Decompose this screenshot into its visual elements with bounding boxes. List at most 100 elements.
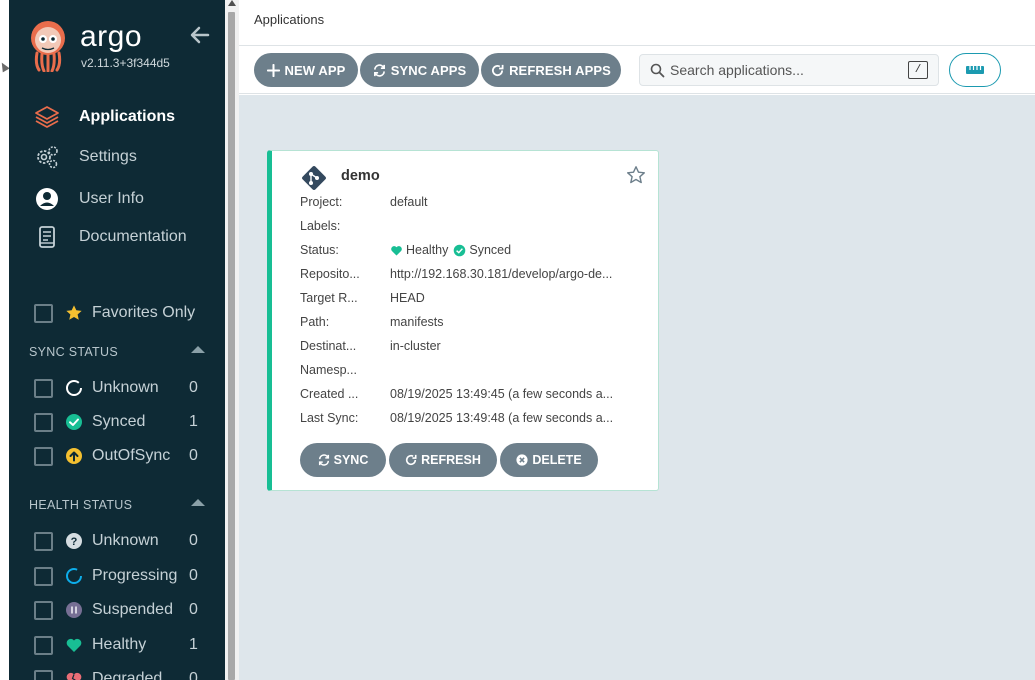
favorites-filter[interactable]: Favorites Only: [9, 300, 225, 326]
filter-label: OutOfSync: [92, 447, 171, 464]
check-circle-icon: [66, 414, 82, 430]
brand-name: argo: [80, 20, 143, 53]
filter-label: Synced: [92, 413, 146, 430]
status-value: Healthy Synced: [390, 243, 630, 257]
tiles-view-icon: [966, 66, 984, 74]
nav-label: Settings: [79, 148, 137, 165]
search-box[interactable]: /: [639, 54, 939, 86]
filter-count: 0: [189, 567, 198, 584]
filter-label: Suspended: [92, 601, 173, 618]
sidebar-scrollbar[interactable]: [225, 0, 239, 680]
checkbox[interactable]: [34, 600, 53, 620]
card-row-destination: Destinat... in-cluster: [300, 339, 630, 359]
nav-documentation[interactable]: Documentation: [9, 220, 225, 254]
question-circle-icon: ?: [66, 533, 82, 549]
filter-count: 1: [189, 636, 198, 653]
filter-health-progressing[interactable]: Progressing 0: [9, 563, 225, 589]
sync-apps-button[interactable]: SYNC APPS: [360, 53, 479, 87]
row-key: Namesp...: [300, 363, 357, 377]
filter-count: 0: [189, 601, 198, 618]
pause-circle-icon: [66, 602, 82, 618]
favorites-checkbox[interactable]: [34, 303, 53, 323]
layers-icon: [33, 103, 61, 131]
card-row-last-sync: Last Sync: 08/19/2025 13:49:48 (a few se…: [300, 411, 630, 431]
nav-user-info[interactable]: User Info: [9, 182, 225, 216]
view-toggle-button[interactable]: [949, 53, 1001, 87]
collapse-caret-icon[interactable]: [191, 499, 205, 506]
button-label: NEW APP: [284, 62, 346, 78]
sync-icon: [318, 454, 329, 466]
row-value: HEAD: [390, 291, 425, 305]
filter-health-suspended[interactable]: Suspended 0: [9, 597, 225, 623]
row-value: 08/19/2025 13:49:48 (a few seconds a...: [390, 411, 614, 425]
refresh-icon: [406, 454, 417, 466]
row-key: Status:: [300, 243, 339, 257]
refresh-icon: [492, 64, 504, 76]
filter-health-healthy[interactable]: Healthy 1: [9, 632, 225, 658]
scroll-thumb[interactable]: [228, 12, 235, 680]
row-value: manifests: [390, 315, 444, 329]
sync-status-title: SYNC STATUS: [29, 345, 118, 359]
filter-count: 0: [189, 447, 198, 464]
app-card-demo[interactable]: demo Project: default Labels: Status: He…: [267, 150, 659, 491]
filter-sync-synced[interactable]: Synced 1: [9, 409, 225, 435]
new-app-button[interactable]: NEW APP: [254, 53, 358, 87]
refresh-button[interactable]: REFRESH: [389, 443, 497, 477]
row-value: in-cluster: [390, 339, 441, 353]
checkbox[interactable]: [34, 412, 53, 432]
nav-label: Applications: [79, 108, 176, 125]
row-key: Last Sync:: [300, 411, 359, 425]
broken-heart-icon: [66, 672, 82, 680]
filter-sync-unknown[interactable]: Unknown 0: [9, 375, 225, 401]
heart-icon: [66, 638, 82, 652]
button-label: REFRESH: [421, 453, 481, 467]
filter-label: Progressing: [92, 567, 178, 584]
page-header: Applications: [239, 0, 1035, 46]
row-key: Target R...: [300, 291, 358, 305]
book-icon: [33, 223, 61, 251]
nav-settings[interactable]: Settings: [9, 140, 225, 174]
button-label: SYNC APPS: [390, 62, 467, 78]
nav-applications[interactable]: Applications: [9, 100, 225, 134]
star-outline-icon[interactable]: [626, 165, 646, 185]
checkbox[interactable]: [34, 446, 53, 466]
search-shortcut-key: /: [908, 61, 928, 79]
card-row-created: Created ... 08/19/2025 13:49:45 (a few s…: [300, 387, 630, 407]
health-status: Healthy: [406, 243, 449, 257]
arrow-left-icon[interactable]: [189, 24, 211, 46]
card-row-project: Project: default: [300, 195, 630, 215]
checkbox[interactable]: [34, 669, 53, 680]
sync-button[interactable]: SYNC: [300, 443, 386, 477]
scroll-up-arrow-icon[interactable]: [228, 0, 236, 6]
checkbox[interactable]: [34, 378, 53, 398]
row-value: 08/19/2025 13:49:45 (a few seconds a...: [390, 387, 614, 401]
button-label: REFRESH APPS: [509, 62, 611, 78]
filter-health-unknown[interactable]: ? Unknown 0: [9, 528, 225, 554]
gears-icon: [33, 143, 61, 171]
favorites-label: Favorites Only: [92, 304, 196, 321]
checkbox[interactable]: [34, 531, 53, 551]
filter-health-degraded[interactable]: Degraded 0: [9, 666, 225, 680]
checkbox[interactable]: [34, 635, 53, 655]
sync-status: Synced: [469, 243, 512, 257]
card-row-repository: Reposito... http://192.168.30.181/develo…: [300, 267, 630, 287]
button-label: SYNC: [333, 453, 369, 467]
row-key: Labels:: [300, 219, 341, 233]
delete-button[interactable]: DELETE: [500, 443, 598, 477]
row-value: default: [390, 195, 428, 209]
checkbox[interactable]: [34, 566, 53, 586]
row-value: http://192.168.30.181/develop/argo-de...: [390, 267, 613, 281]
button-label: DELETE: [532, 453, 582, 467]
filter-sync-outofsync[interactable]: OutOfSync 0: [9, 443, 225, 469]
progress-circle-icon: [66, 568, 82, 584]
collapse-caret-icon[interactable]: [191, 346, 205, 353]
sync-icon: [373, 63, 385, 77]
refresh-apps-button[interactable]: REFRESH APPS: [481, 53, 621, 87]
app-name[interactable]: demo: [341, 168, 380, 184]
argo-logo: [31, 21, 65, 72]
times-circle-icon: [516, 454, 528, 466]
search-input[interactable]: [670, 59, 900, 81]
breadcrumb: Applications: [254, 12, 325, 27]
nav-label: User Info: [79, 190, 144, 207]
card-row-target-revision: Target R... HEAD: [300, 291, 630, 311]
